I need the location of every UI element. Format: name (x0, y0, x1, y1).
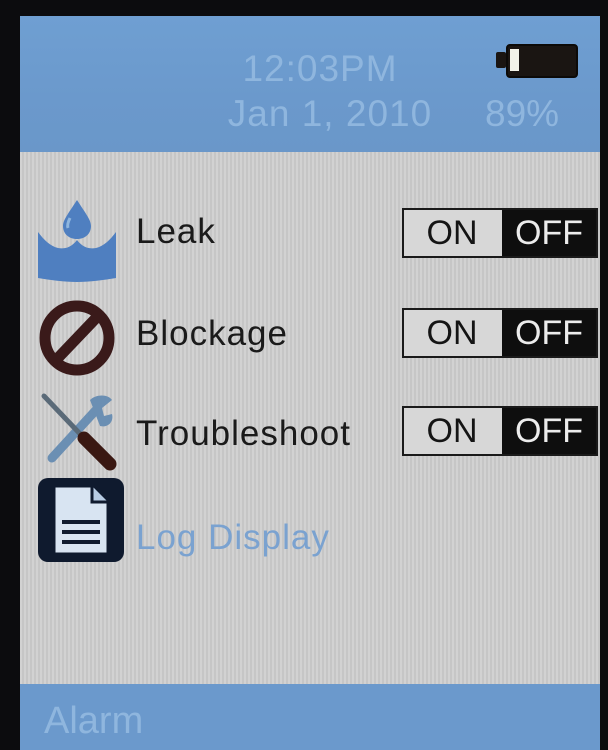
menu-item-label: Leak (136, 212, 216, 251)
menu-item-label: Troubleshoot (136, 414, 351, 453)
leak-toggle[interactable]: ON OFF (402, 208, 598, 258)
toggle-off-option[interactable]: OFF (502, 408, 596, 454)
troubleshoot-toggle[interactable]: ON OFF (402, 406, 598, 456)
document-icon (36, 476, 124, 562)
toggle-on-option[interactable]: ON (404, 310, 500, 356)
menu-item-leak[interactable]: Leak ON OFF (20, 196, 600, 284)
toggle-off-option[interactable]: OFF (502, 310, 596, 356)
menu-item-log-display[interactable]: Log Display (20, 476, 600, 564)
battery-percent: 89% (485, 93, 560, 134)
battery-icon (496, 44, 578, 78)
clock-time: 12:03PM (242, 48, 398, 89)
menu-item-blockage[interactable]: Blockage ON OFF (20, 298, 600, 386)
battery-terminal (496, 52, 506, 68)
toggle-on-option[interactable]: ON (404, 210, 500, 256)
clock-date: Jan 1, 2010 (227, 93, 433, 134)
menu-item-troubleshoot[interactable]: Troubleshoot ON OFF (20, 388, 600, 476)
toggle-on-option[interactable]: ON (404, 408, 500, 454)
menu-item-label: Blockage (136, 314, 288, 353)
device-bezel: 12:03PM Jan 1, 2010 89% Leak ON OFF Bloc… (0, 0, 608, 750)
battery-level-bar (510, 49, 519, 71)
alarm-softkey[interactable]: Alarm (44, 700, 143, 743)
menu-item-label: Log Display (136, 518, 330, 557)
prohibited-icon (34, 298, 120, 384)
status-header: 12:03PM Jan 1, 2010 89% (20, 16, 600, 152)
water-drop-icon (34, 196, 120, 282)
blockage-toggle[interactable]: ON OFF (402, 308, 598, 358)
softkey-bar: Alarm (20, 684, 600, 750)
tools-icon (34, 388, 120, 474)
toggle-off-option[interactable]: OFF (502, 210, 596, 256)
lcd-screen: 12:03PM Jan 1, 2010 89% Leak ON OFF Bloc… (20, 16, 600, 750)
